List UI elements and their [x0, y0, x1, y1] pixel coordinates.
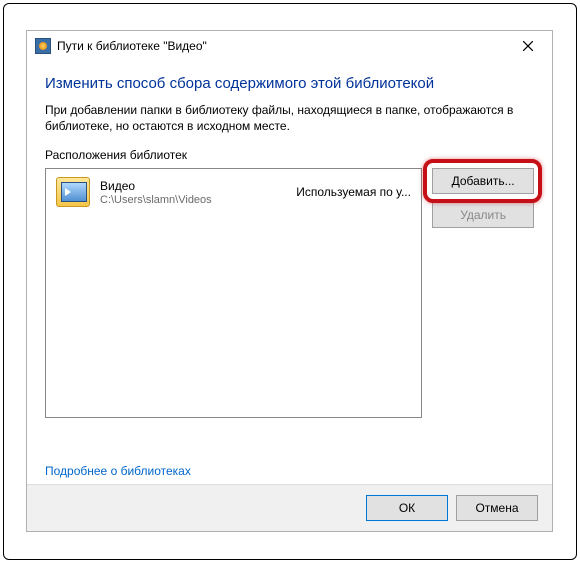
item-status: Используемая по у... — [296, 185, 411, 199]
close-button[interactable] — [506, 32, 550, 60]
video-folder-icon — [56, 177, 90, 207]
library-locations-list[interactable]: Видео C:\Users\slamn\Videos Используемая… — [45, 168, 422, 418]
cancel-button[interactable]: Отмена — [456, 495, 538, 521]
add-button[interactable]: Добавить... — [432, 168, 534, 194]
list-item[interactable]: Видео C:\Users\slamn\Videos Используемая… — [52, 173, 415, 211]
window-title: Пути к библиотеке "Видео" — [57, 39, 506, 53]
screenshot-frame: Пути к библиотеке "Видео" Изменить спосо… — [3, 3, 577, 560]
remove-button[interactable]: Удалить — [432, 202, 534, 228]
close-icon — [523, 41, 533, 51]
section-label: Расположения библиотек — [45, 148, 534, 162]
titlebar: Пути к библиотеке "Видео" — [27, 31, 552, 61]
dialog-window: Пути к библиотеке "Видео" Изменить спосо… — [26, 30, 553, 532]
learn-more-link[interactable]: Подробнее о библиотеках — [45, 464, 191, 478]
content-area: Изменить способ сбора содержимого этой б… — [27, 61, 552, 484]
item-name: Видео — [100, 179, 296, 193]
item-texts: Видео C:\Users\slamn\Videos — [100, 179, 296, 206]
library-icon — [35, 38, 51, 54]
description-text: При добавлении папки в библиотеку файлы,… — [45, 102, 534, 134]
side-buttons: Добавить... Удалить — [432, 168, 534, 228]
dialog-footer: ОК Отмена — [27, 484, 552, 531]
middle-row: Видео C:\Users\slamn\Videos Используемая… — [45, 168, 534, 446]
ok-button[interactable]: ОК — [366, 495, 448, 521]
item-path: C:\Users\slamn\Videos — [100, 194, 296, 206]
main-heading: Изменить способ сбора содержимого этой б… — [45, 75, 534, 92]
